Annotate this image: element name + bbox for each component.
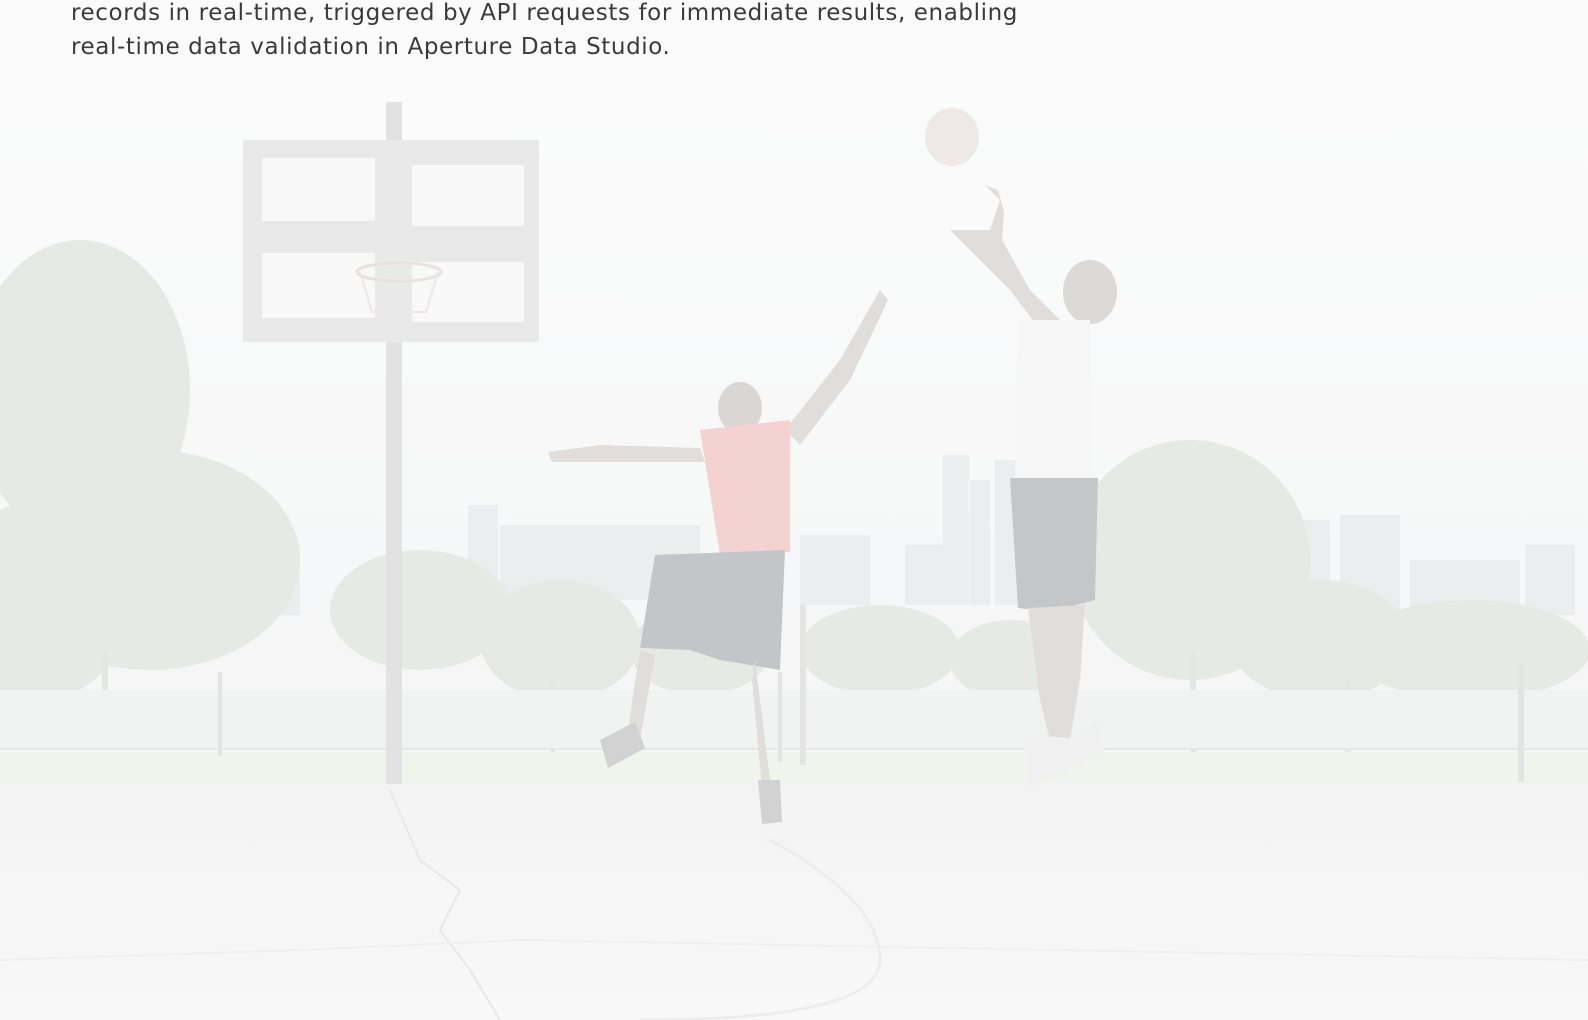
intro-paragraph: records in real-time, triggered by API r… bbox=[71, 0, 1018, 60]
image-wash bbox=[0, 0, 1588, 1020]
hero-image bbox=[0, 0, 1588, 1020]
page: records in real-time, triggered by API r… bbox=[0, 0, 1588, 1020]
